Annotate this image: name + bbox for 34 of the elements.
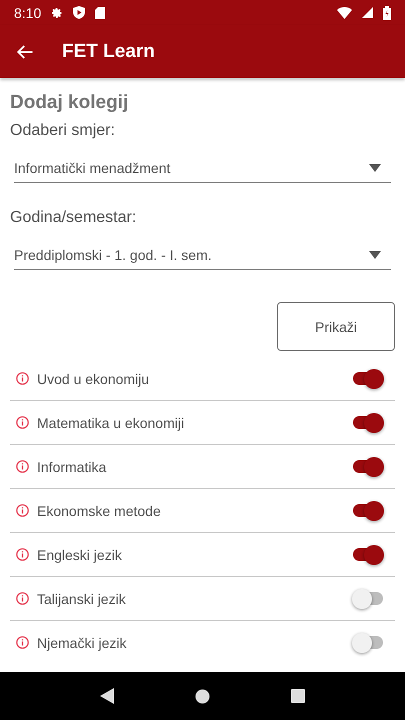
info-icon[interactable] — [16, 504, 29, 517]
course-name: Uvod u ekonomiju — [37, 370, 150, 386]
wifi-icon — [337, 6, 352, 18]
show-button[interactable]: Prikaži — [277, 302, 395, 351]
app-title: FET Learn — [62, 40, 155, 62]
info-icon[interactable] — [16, 416, 29, 429]
back-button[interactable] — [16, 42, 34, 60]
course-name: Engleski jezik — [37, 546, 123, 562]
course-name: Talijanski jezik — [37, 590, 127, 606]
sd-card-icon — [95, 6, 106, 18]
field-label: Godina/semestar: — [10, 209, 138, 227]
shield-icon — [73, 6, 86, 19]
caret-icon — [369, 164, 381, 172]
info-icon[interactable] — [16, 460, 29, 473]
recents-icon[interactable] — [290, 689, 305, 703]
dropdown[interactable]: Preddiplomski - 1. god. - I. sem. — [14, 241, 391, 270]
info-icon[interactable] — [16, 592, 29, 605]
settings-icon — [51, 6, 64, 18]
field-label: Odaberi smjer: — [10, 122, 116, 140]
form-heading: Dodaj kolegij — [10, 92, 130, 114]
course-name: Ekonomske metode — [37, 502, 162, 518]
home-icon[interactable] — [194, 688, 210, 704]
back-nav-icon[interactable] — [100, 688, 114, 704]
info-icon[interactable] — [16, 636, 29, 649]
course-name: Njemački jezik — [37, 634, 128, 650]
info-icon[interactable] — [16, 372, 29, 385]
battery-icon — [383, 6, 391, 20]
clock: 8:10 — [14, 4, 42, 20]
caret-icon — [369, 250, 381, 258]
course-name: Matematika u ekonomiji — [37, 414, 186, 430]
course-name: Informatika — [37, 458, 108, 474]
dropdown[interactable]: Informatički menadžment — [14, 154, 391, 183]
signal-icon — [362, 7, 373, 18]
info-icon[interactable] — [16, 548, 29, 561]
